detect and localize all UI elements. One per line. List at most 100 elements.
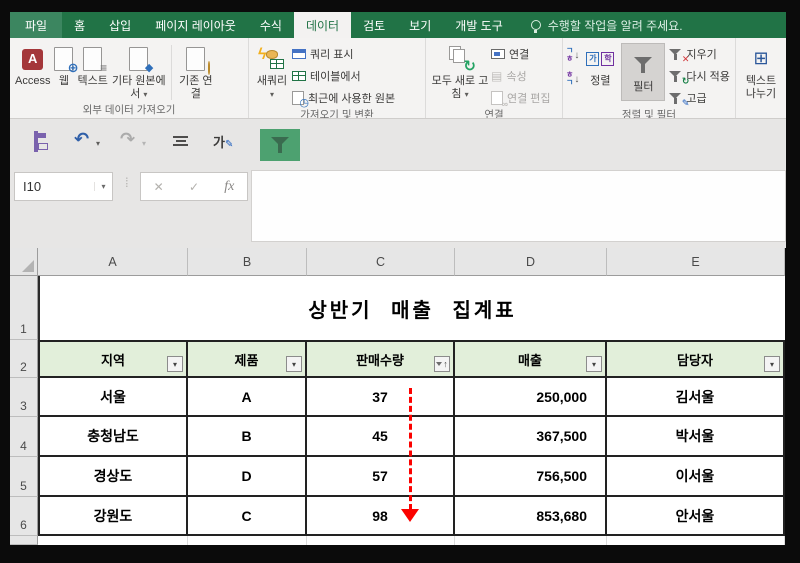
cell-a3[interactable]: 서울 <box>38 378 188 417</box>
save-button[interactable] <box>34 131 38 152</box>
name-box-splitter[interactable]: ⁞ <box>125 175 129 190</box>
show-queries-button[interactable]: 쿼리 표시 <box>292 45 395 63</box>
phonetic-button[interactable]: 가✎ <box>213 132 233 151</box>
formula-bar-input[interactable] <box>251 170 786 242</box>
cell-e5[interactable]: 이서울 <box>607 457 785 497</box>
table-header-sales[interactable]: 매출 ▾ <box>455 340 607 378</box>
sort-descending-icon: ㅎㄱ <box>566 70 574 87</box>
advanced-filter-button[interactable]: ✎ 고급 <box>669 89 730 108</box>
from-other-sources-button[interactable]: ◆ 기타 원본에서 ▾ <box>110 43 168 102</box>
cell-c3[interactable]: 37 <box>307 378 455 417</box>
tell-me-label: 수행할 작업을 알려 주세요. <box>547 18 683 33</box>
confirm-entry-button[interactable]: ✓ <box>189 180 199 194</box>
access-button[interactable]: A Access <box>13 43 52 89</box>
cell-e3[interactable]: 김서울 <box>607 378 785 417</box>
undo-button[interactable]: ↶ <box>74 129 89 150</box>
connections-button[interactable]: 연결 <box>491 45 551 63</box>
sort-ascending-button[interactable]: ㄱㅎ ↓ <box>566 47 579 63</box>
cell-a6[interactable]: 강원도 <box>38 497 188 536</box>
table-header-region[interactable]: 지역 ▾ <box>38 340 188 378</box>
cell-c4[interactable]: 45 <box>307 417 455 457</box>
cell-b4[interactable]: B <box>188 417 307 457</box>
group-label-external: 외부 데이터 가져오기 <box>82 103 176 116</box>
cell-a5[interactable]: 경상도 <box>38 457 188 497</box>
cell-b5[interactable]: D <box>188 457 307 497</box>
clear-filter-button[interactable]: ✕ 지우기 <box>669 45 730 64</box>
tab-formulas[interactable]: 수식 <box>248 12 294 38</box>
cell-a7-partial[interactable] <box>38 536 188 545</box>
cell-e7-partial[interactable] <box>607 536 785 545</box>
cell-e4[interactable]: 박서울 <box>607 417 785 457</box>
from-web-button[interactable]: ⊕ 웹 <box>52 43 78 89</box>
cell-d3[interactable]: 250,000 <box>455 378 607 417</box>
tab-home[interactable]: 홈 <box>62 12 97 38</box>
sort-button[interactable]: 가 학 정렬 <box>579 43 621 89</box>
cell-d4[interactable]: 367,500 <box>455 417 607 457</box>
row-header-2[interactable]: 2 <box>10 340 38 378</box>
name-box-caret[interactable]: ▾ <box>94 182 112 191</box>
column-header-b[interactable]: B <box>188 248 307 276</box>
table-header-product[interactable]: 제품 ▾ <box>188 340 307 378</box>
undo-dropdown[interactable]: ▾ <box>96 139 100 148</box>
tab-review[interactable]: 검토 <box>351 12 397 38</box>
from-text-button[interactable]: ≡ 텍스트 <box>75 43 109 89</box>
refresh-all-button[interactable]: ↻ 모두 새로 고침 ▾ <box>429 43 491 102</box>
cell-d7-partial[interactable] <box>455 536 607 545</box>
table-header-quantity[interactable]: 판매수량 ↑ <box>307 340 455 378</box>
from-table-button[interactable]: 테이블에서 <box>292 67 395 85</box>
cell-a4[interactable]: 충청남도 <box>38 417 188 457</box>
column-header-e[interactable]: E <box>607 248 785 276</box>
cell-b6[interactable]: C <box>188 497 307 536</box>
column-header-c[interactable]: C <box>307 248 455 276</box>
cell-b7-partial[interactable] <box>188 536 307 545</box>
ribbon-data-tab: A Access ⊕ 웹 ≡ 텍스트 ◆ 기타 원본에서 ▾ 기존 연결 외부 … <box>10 38 786 119</box>
filter-dropdown-manager[interactable]: ▾ <box>764 356 780 372</box>
group-get-external-data: A Access ⊕ 웹 ≡ 텍스트 ◆ 기타 원본에서 ▾ 기존 연결 외부 … <box>10 38 249 118</box>
filter-dropdown-quantity-sorted[interactable]: ↑ <box>434 356 450 372</box>
filter-dropdown-product[interactable]: ▾ <box>286 356 302 372</box>
cell-c5[interactable]: 57 <box>307 457 455 497</box>
column-header-d[interactable]: D <box>455 248 607 276</box>
filter-dropdown-region[interactable]: ▾ <box>167 356 183 372</box>
tell-me-box[interactable]: 수행할 작업을 알려 주세요. <box>530 12 683 38</box>
existing-connections-button[interactable]: 기존 연결 <box>175 43 217 102</box>
tab-developer[interactable]: 개발 도구 <box>443 12 515 38</box>
cell-e6[interactable]: 안서울 <box>607 497 785 536</box>
tab-insert[interactable]: 삽입 <box>97 12 143 38</box>
center-align-button[interactable] <box>173 136 188 146</box>
other-sources-icon: ◆ <box>129 47 153 74</box>
filter-button[interactable]: 필터 <box>621 43 666 101</box>
cell-c6[interactable]: 98 <box>307 497 455 536</box>
new-query-button[interactable]: ϟ 새쿼리 ▾ <box>252 43 292 102</box>
table-header-manager[interactable]: 담당자 ▾ <box>607 340 785 378</box>
cancel-entry-button[interactable]: ✕ <box>154 180 164 194</box>
tab-data[interactable]: 데이터 <box>293 12 352 38</box>
text-to-columns-button[interactable]: ⊞ 텍스트 나누기 <box>739 43 783 102</box>
insert-function-button[interactable]: fx <box>224 179 234 195</box>
cell-c7-partial[interactable] <box>307 536 455 545</box>
cell-d6[interactable]: 853,680 <box>455 497 607 536</box>
row-header-6[interactable]: 6 <box>10 497 38 536</box>
redo-button[interactable]: ↷ <box>120 129 135 150</box>
qat-filter-button[interactable] <box>260 129 300 161</box>
name-box[interactable]: I10 ▾ <box>14 172 113 201</box>
tab-page-layout[interactable]: 페이지 레이아웃 <box>143 12 248 38</box>
filter-dropdown-sales[interactable]: ▾ <box>586 356 602 372</box>
cell-d5[interactable]: 756,500 <box>455 457 607 497</box>
sort-descending-button[interactable]: ㅎㄱ ↓ <box>566 71 579 87</box>
row-header-3[interactable]: 3 <box>10 378 38 417</box>
tab-file[interactable]: 파일 <box>10 12 63 38</box>
row-header-4[interactable]: 4 <box>10 417 38 457</box>
row-header-1[interactable]: 1 <box>10 276 38 340</box>
cell-b3[interactable]: A <box>188 378 307 417</box>
redo-dropdown[interactable]: ▾ <box>142 139 146 148</box>
tab-view[interactable]: 보기 <box>397 12 443 38</box>
sheet-title-cell[interactable]: 상반기 매출 집계표 <box>38 276 785 340</box>
row-header-5[interactable]: 5 <box>10 457 38 497</box>
row-header-7-partial[interactable] <box>10 536 38 545</box>
column-header-a[interactable]: A <box>38 248 188 276</box>
group-data-tools: ⊞ 텍스트 나누기 <box>736 38 786 118</box>
reapply-button[interactable]: ↻ 다시 적용 <box>669 67 730 86</box>
recent-sources-button[interactable]: ◷ 최근에 사용한 원본 <box>292 89 395 109</box>
select-all-button[interactable] <box>10 248 38 276</box>
